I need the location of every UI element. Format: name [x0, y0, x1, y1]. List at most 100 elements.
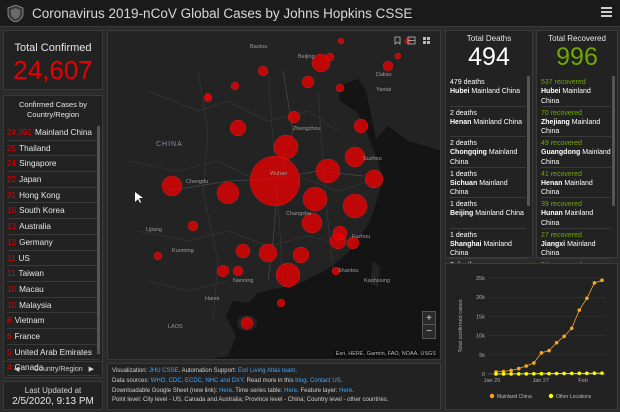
country-list-scrollbar[interactable]: [97, 126, 100, 354]
country-row[interactable]: 6 France: [7, 329, 99, 345]
data-point: [501, 372, 506, 376]
deaths-row-location: Sichuan Mainland China: [450, 179, 526, 198]
bookmark-icon[interactable]: [393, 36, 402, 45]
series-line: [495, 279, 603, 373]
recovered-row-province: Zhejiang: [541, 118, 570, 126]
google-sheet-link[interactable]: Here: [219, 388, 232, 394]
country-count: 13: [7, 222, 17, 232]
bubble-zhejiang: [342, 193, 368, 219]
country-row[interactable]: 21 Hong Kong: [7, 188, 99, 204]
country-count: 8: [7, 316, 12, 326]
time-series-link[interactable]: Here: [284, 388, 297, 394]
recovered-row[interactable]: 70 recovered Zhejiang Mainland China: [541, 107, 611, 137]
total-deaths-label: Total Deaths: [466, 34, 512, 43]
deaths-row-province: Shanghai: [450, 240, 482, 248]
recovered-row[interactable]: 39 recovered Hunan Mainland China: [541, 198, 611, 229]
deaths-row-count: 1 deaths: [450, 201, 477, 208]
bubble-shaanxi: [229, 119, 247, 137]
hamburger-menu-icon[interactable]: [601, 7, 612, 18]
jhu-csse-link[interactable]: JHU CSSE: [149, 368, 179, 374]
notes-line-3: Downloadable Google Sheet (new link): He…: [112, 387, 354, 394]
country-name: Hong Kong: [19, 190, 61, 200]
data-point: [524, 372, 529, 376]
country-row[interactable]: 11 US: [7, 251, 99, 267]
zoom-control: + −: [422, 311, 436, 339]
basemap-gallery-icon[interactable]: [422, 36, 431, 45]
deaths-row[interactable]: 1 deaths Beijing Mainland China: [450, 198, 526, 229]
notes-line-1: Visualization: JHU CSSE. Automation Supp…: [112, 368, 297, 374]
contact-us-link[interactable]: Contact US: [310, 378, 341, 384]
country-row[interactable]: 16 South Korea: [7, 203, 99, 220]
zoom-in-button[interactable]: +: [423, 312, 435, 325]
deaths-row-location: Beijing Mainland China: [450, 209, 526, 218]
data-point: [509, 368, 513, 373]
map-label-fuzhou: Fuzhou: [352, 234, 371, 240]
last-updated-label: Last Updated at: [24, 386, 82, 395]
zoom-out-button[interactable]: −: [423, 325, 435, 338]
country-row[interactable]: 22 Japan: [7, 172, 99, 188]
country-name: Vietnam: [14, 316, 45, 326]
deaths-row[interactable]: 2 deaths Chongqing Mainland China: [450, 137, 526, 168]
deaths-row[interactable]: 1 deaths Shanghai Mainland China: [450, 229, 526, 259]
country-count: 25: [7, 143, 17, 153]
blog-link[interactable]: blog: [295, 378, 306, 384]
country-row[interactable]: 12 Germany: [7, 235, 99, 251]
country-list-footer: ◀ Country/Region ▶: [4, 361, 102, 377]
deaths-row-location: Shanghai Mainland China: [450, 240, 526, 259]
data-point: [569, 371, 574, 376]
data-point: [547, 348, 551, 353]
bubble-guizhou2: [187, 220, 199, 232]
map-attribution: Esri, HERE, Garmin, FAO, NOAA, USGS: [333, 351, 438, 357]
deaths-row-location: Hubei Mainland China: [450, 87, 526, 96]
data-point: [509, 372, 513, 376]
recovered-row[interactable]: 49 recovered Guangdong Mainland China: [541, 137, 611, 168]
recovered-row[interactable]: 537 recovered Hubei Mainland China: [541, 76, 611, 107]
country-row[interactable]: 24 Singapore: [7, 156, 99, 173]
country-row[interactable]: 13 Australia: [7, 219, 99, 235]
bubble-guangdong: [275, 262, 301, 288]
bubble-jiangxi2: [332, 225, 348, 241]
notes-line-4: Point level: City level - US, Canada and…: [112, 397, 389, 404]
country-name: Germany: [19, 237, 53, 247]
data-point: [577, 371, 582, 376]
deaths-row-location: Henan Mainland China: [450, 118, 526, 127]
total-recovered-panel: Total Recovered 996 537 recovered Hubei M…: [536, 30, 618, 290]
data-point: [592, 281, 597, 285]
recovered-row[interactable]: 27 recovered Jiangxi Mainland China: [541, 229, 611, 259]
feature-layer-link[interactable]: Here: [339, 388, 352, 394]
deaths-row[interactable]: 479 deaths Hubei Mainland China: [450, 76, 526, 107]
layers-icon[interactable]: [407, 36, 416, 45]
arrow-right-icon[interactable]: ▶: [89, 365, 94, 373]
deaths-row[interactable]: 1 deaths Sichuan Mainland China: [450, 168, 526, 198]
bubble-bj2: [325, 52, 335, 62]
data-point: [600, 278, 604, 283]
deaths-row[interactable]: 2 deaths Henan Mainland China: [450, 107, 526, 137]
arrow-left-icon[interactable]: ◀: [14, 365, 19, 373]
deaths-list-scrollbar[interactable]: [527, 76, 530, 206]
country-count: 21: [7, 190, 17, 200]
country-row[interactable]: 24,391 Mainland China: [7, 125, 99, 141]
country-row[interactable]: 5 United Arab Emirates: [7, 345, 99, 361]
country-row[interactable]: 11 Taiwan: [7, 266, 99, 282]
country-row[interactable]: 10 Malaysia: [7, 298, 99, 314]
bubble-sichuan: [161, 175, 183, 197]
map-view[interactable]: Baotou Beijing Dalian Yantai CHINA Zheng…: [107, 30, 441, 360]
esri-living-atlas-link[interactable]: Esri Living Atlas team: [238, 368, 295, 374]
recovered-row[interactable]: 41 recovered Henan Mainland China: [541, 168, 611, 198]
country-row[interactable]: 8 Vietnam: [7, 313, 99, 329]
recovered-list-scrollbar[interactable]: [612, 76, 615, 206]
deaths-row-count: 2 deaths: [450, 140, 477, 147]
country-name: Mainland China: [35, 128, 92, 137]
map-label-laos: LAOS: [168, 324, 183, 330]
deaths-row-province: Chongqing: [450, 149, 487, 157]
tab-country-region[interactable]: Country/Region: [34, 366, 83, 373]
x-tick-label: Feb: [578, 378, 587, 384]
recovered-row-province: Henan: [541, 179, 563, 187]
map-label-kaohsiung: Kaohsiung: [364, 278, 390, 284]
country-name: Macau: [19, 284, 44, 294]
country-row[interactable]: 10 Macau: [7, 282, 99, 298]
country-count: 11: [7, 269, 16, 279]
data-sources-links[interactable]: WHO, CDC, ECDC, NHC and DXY: [151, 378, 244, 384]
country-row[interactable]: 25 Thailand: [7, 141, 99, 157]
recovered-row-location: Henan Mainland China: [541, 179, 611, 198]
